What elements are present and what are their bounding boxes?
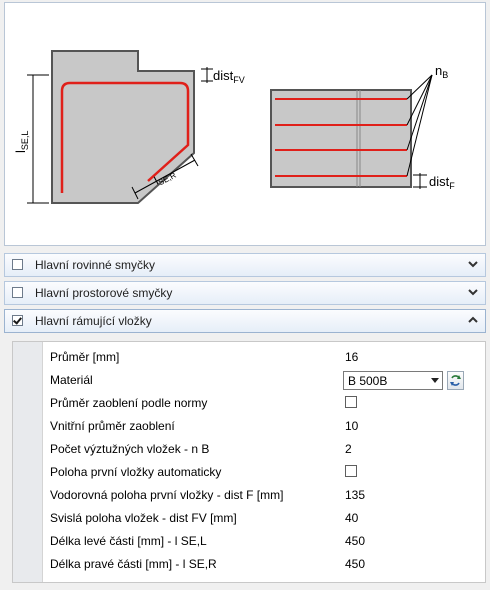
property-row: Počet výztužných vložek - n B 2 xyxy=(43,438,485,461)
property-grid: Průměr [mm] 16 Materiál B 500B Průměr za… xyxy=(12,341,486,583)
group-hlavni-rovinne-smycky[interactable]: Hlavní rovinné smyčky xyxy=(4,253,486,277)
property-row: Délka pravé části [mm] - l SE,R 450 xyxy=(43,553,485,576)
group-label: Hlavní prostorové smyčky xyxy=(35,286,173,300)
n-b-label: nB xyxy=(435,63,448,80)
group-checkbox-checked[interactable] xyxy=(12,315,23,326)
property-row: Délka levé části [mm] - l SE,L 450 xyxy=(43,530,485,553)
group-checkbox[interactable] xyxy=(12,259,23,270)
property-value[interactable]: 450 xyxy=(345,534,365,548)
diagram-frame: lSE,L distFV lSE,R nB distF xyxy=(4,2,486,246)
group-checkbox[interactable] xyxy=(12,287,23,298)
group-hlavni-ramujici-vlozky[interactable]: Hlavní rámující vložky xyxy=(4,309,486,333)
right-concrete-section xyxy=(270,89,412,188)
property-name: Délka pravé části [mm] - l SE,R xyxy=(50,557,217,571)
property-value[interactable]: 450 xyxy=(345,557,365,571)
property-row: Průměr [mm] 16 xyxy=(43,346,485,369)
property-value[interactable]: 10 xyxy=(345,419,358,433)
property-row: Svislá poloha vložek - dist FV [mm] 40 xyxy=(43,507,485,530)
rebar-diagram: lSE,L distFV lSE,R nB distF xyxy=(13,50,455,204)
property-name: Průměr [mm] xyxy=(50,350,120,364)
property-checkbox[interactable] xyxy=(345,465,357,477)
group-label: Hlavní rámující vložky xyxy=(35,314,152,328)
chevron-down-icon[interactable] xyxy=(467,286,479,298)
chevron-up-icon[interactable] xyxy=(467,314,479,326)
property-name: Průměr zaoblení podle normy xyxy=(50,396,208,410)
group-label: Hlavní rovinné smyčky xyxy=(35,258,156,272)
property-name: Poloha první vložky automaticky xyxy=(50,465,222,479)
property-row: Materiál B 500B xyxy=(43,369,485,392)
property-name: Počet výztužných vložek - n B xyxy=(50,442,210,456)
dist-fv-label: distFV xyxy=(213,68,245,85)
chevron-down-icon[interactable] xyxy=(467,258,479,270)
property-name: Délka levé části [mm] - l SE,L xyxy=(50,534,207,548)
property-row: Průměr zaoblení podle normy xyxy=(43,392,485,415)
dist-f-label: distF xyxy=(429,174,455,191)
group-hlavni-prostorove-smycky[interactable]: Hlavní prostorové smyčky xyxy=(4,281,486,305)
property-panel: Průměr [mm] 16 Materiál B 500B Průměr za… xyxy=(4,336,486,588)
dropdown-arrow-icon[interactable] xyxy=(431,378,439,383)
property-value[interactable]: 135 xyxy=(345,488,365,502)
property-value[interactable]: 16 xyxy=(345,350,358,364)
property-name: Vnitřní průměr zaoblení xyxy=(50,419,175,433)
material-select-value: B 500B xyxy=(348,374,388,388)
property-row: Vnitřní průměr zaoblení 10 xyxy=(43,415,485,438)
refresh-icon[interactable] xyxy=(447,371,464,390)
material-select[interactable]: B 500B xyxy=(343,371,443,390)
property-name: Materiál xyxy=(50,373,93,387)
property-row: Poloha první vložky automaticky xyxy=(43,461,485,484)
property-value[interactable]: 2 xyxy=(345,442,352,456)
property-row: Vodorovná poloha první vložky - dist F [… xyxy=(43,484,485,507)
property-name: Vodorovná poloha první vložky - dist F [… xyxy=(50,488,284,502)
property-checkbox[interactable] xyxy=(345,396,357,408)
l-sel-label: lSE,L xyxy=(13,131,30,153)
property-name: Svislá poloha vložek - dist FV [mm] xyxy=(50,511,237,525)
grid-gutter xyxy=(13,342,43,582)
property-value[interactable]: 40 xyxy=(345,511,358,525)
